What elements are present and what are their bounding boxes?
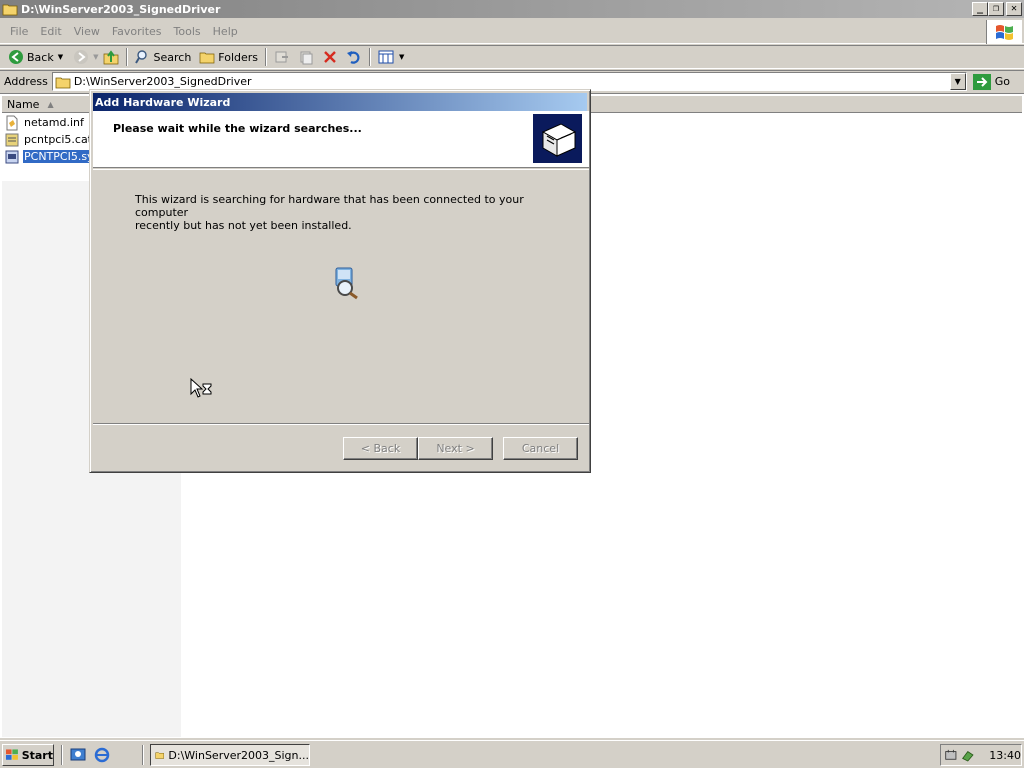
next-button-disabled[interactable]: Next >: [418, 437, 493, 460]
file-name: netamd.inf: [24, 116, 84, 129]
windows-logo-icon: [986, 20, 1022, 44]
delete-x-icon: [324, 51, 336, 63]
address-dropdown-button[interactable]: ▼: [949, 73, 966, 90]
menu-help[interactable]: Help: [207, 25, 244, 38]
menu-favorites[interactable]: Favorites: [106, 25, 168, 38]
dialog-separator: [93, 423, 589, 425]
window-title: D:\WinServer2003_SignedDriver: [21, 2, 221, 16]
windows-flag-icon: [6, 749, 18, 760]
dialog-header: Please wait while the wizard searches...: [93, 111, 589, 168]
dialog-titlebar[interactable]: Add Hardware Wizard: [93, 93, 587, 111]
menu-view[interactable]: View: [68, 25, 106, 38]
up-folder-icon: [103, 50, 118, 65]
searching-magnifier-icon: [332, 266, 362, 303]
start-button[interactable]: Start: [2, 744, 54, 766]
copy-to-icon: [300, 51, 313, 65]
file-name: pcntpci5.cat: [24, 133, 92, 146]
close-button[interactable]: ✕: [1006, 2, 1022, 16]
menu-file[interactable]: File: [4, 25, 34, 38]
system-tray: 13:40: [940, 744, 1022, 766]
search-button[interactable]: Search: [131, 46, 196, 68]
standard-toolbar: Back ▼ ▼ Search Folders ▼: [0, 45, 1024, 69]
move-to-button[interactable]: [270, 46, 294, 68]
dialog-heading: Please wait while the wizard searches...: [113, 122, 362, 135]
window-titlebar[interactable]: D:\WinServer2003_SignedDriver _ ❐ ✕: [0, 0, 1024, 18]
file-list: netamd.inf pcntpci5.cat PCNTPCI5.sy: [4, 114, 97, 165]
folder-icon: [155, 752, 165, 759]
folders-button[interactable]: Folders: [195, 46, 262, 68]
cat-file-icon: [5, 133, 19, 146]
undo-button[interactable]: [342, 46, 366, 68]
address-label: Address: [4, 75, 48, 88]
add-hardware-wizard-dialog[interactable]: Add Hardware Wizard Please wait while th…: [89, 89, 591, 473]
search-icon: [134, 50, 147, 64]
list-item[interactable]: netamd.inf: [4, 114, 97, 131]
busy-cursor-icon: [190, 377, 214, 403]
menu-bar: File Edit View Favorites Tools Help: [0, 20, 1024, 44]
internet-explorer-icon[interactable]: [94, 747, 110, 766]
search-label: Search: [153, 50, 192, 64]
folders-icon: [199, 52, 215, 64]
back-dropdown-icon[interactable]: ▼: [58, 53, 63, 61]
copy-to-button[interactable]: [294, 46, 318, 68]
list-item[interactable]: pcntpci5.cat: [4, 131, 97, 148]
forward-arrow-icon: [74, 50, 89, 64]
dialog-title: Add Hardware Wizard: [95, 95, 231, 109]
folders-label: Folders: [218, 50, 259, 64]
show-desktop-icon[interactable]: [70, 747, 86, 766]
cancel-button-disabled[interactable]: Cancel: [503, 437, 578, 460]
up-folder-button[interactable]: [99, 46, 123, 68]
menu-edit[interactable]: Edit: [34, 25, 67, 38]
go-button[interactable]: Go: [967, 73, 1024, 90]
back-arrow-icon: [9, 50, 23, 64]
start-label: Start: [21, 748, 53, 762]
sys-file-icon: [5, 150, 19, 163]
delete-button[interactable]: [318, 46, 342, 68]
taskbar-explorer-window[interactable]: D:\WinServer2003_Sign...: [150, 744, 310, 766]
back-button-disabled[interactable]: < Back: [343, 437, 418, 460]
minimize-button[interactable]: _: [972, 2, 988, 16]
views-icon: [378, 50, 394, 64]
taskbar-clock[interactable]: 13:40: [989, 749, 1021, 762]
views-button[interactable]: ▼: [374, 46, 408, 68]
sort-ascending-icon: ▲: [47, 99, 54, 109]
inf-file-icon: [6, 115, 18, 130]
file-name: PCNTPCI5.sy: [23, 150, 95, 163]
taskbar-task-label: D:\WinServer2003_Sign...: [168, 748, 309, 762]
list-item-selected[interactable]: PCNTPCI5.sy: [4, 148, 97, 165]
tray-hardware-icon[interactable]: [961, 747, 975, 763]
go-arrow-icon: [972, 73, 991, 90]
maximize-button[interactable]: ❐: [988, 2, 1004, 16]
tray-device-icon[interactable]: [944, 747, 958, 763]
menu-tools[interactable]: Tools: [168, 25, 207, 38]
move-to-icon: [275, 51, 289, 63]
forward-button[interactable]: [69, 46, 93, 68]
toolbar-separator: [125, 48, 128, 66]
back-label: Back: [27, 50, 54, 64]
hardware-wizard-icon: [533, 114, 582, 163]
undo-icon: [347, 51, 360, 64]
folder-icon: [55, 77, 71, 88]
go-label: Go: [994, 75, 1010, 88]
dialog-description: This wizard is searching for hardware th…: [135, 193, 524, 232]
address-input[interactable]: [73, 75, 674, 88]
taskbar: Start D:\WinServer2003_Sign... 13:40: [0, 740, 1024, 768]
toolbar-separator: [369, 48, 372, 66]
folder-icon: [2, 2, 18, 16]
toolbar-separator: [265, 48, 268, 66]
back-button[interactable]: Back: [4, 46, 58, 68]
